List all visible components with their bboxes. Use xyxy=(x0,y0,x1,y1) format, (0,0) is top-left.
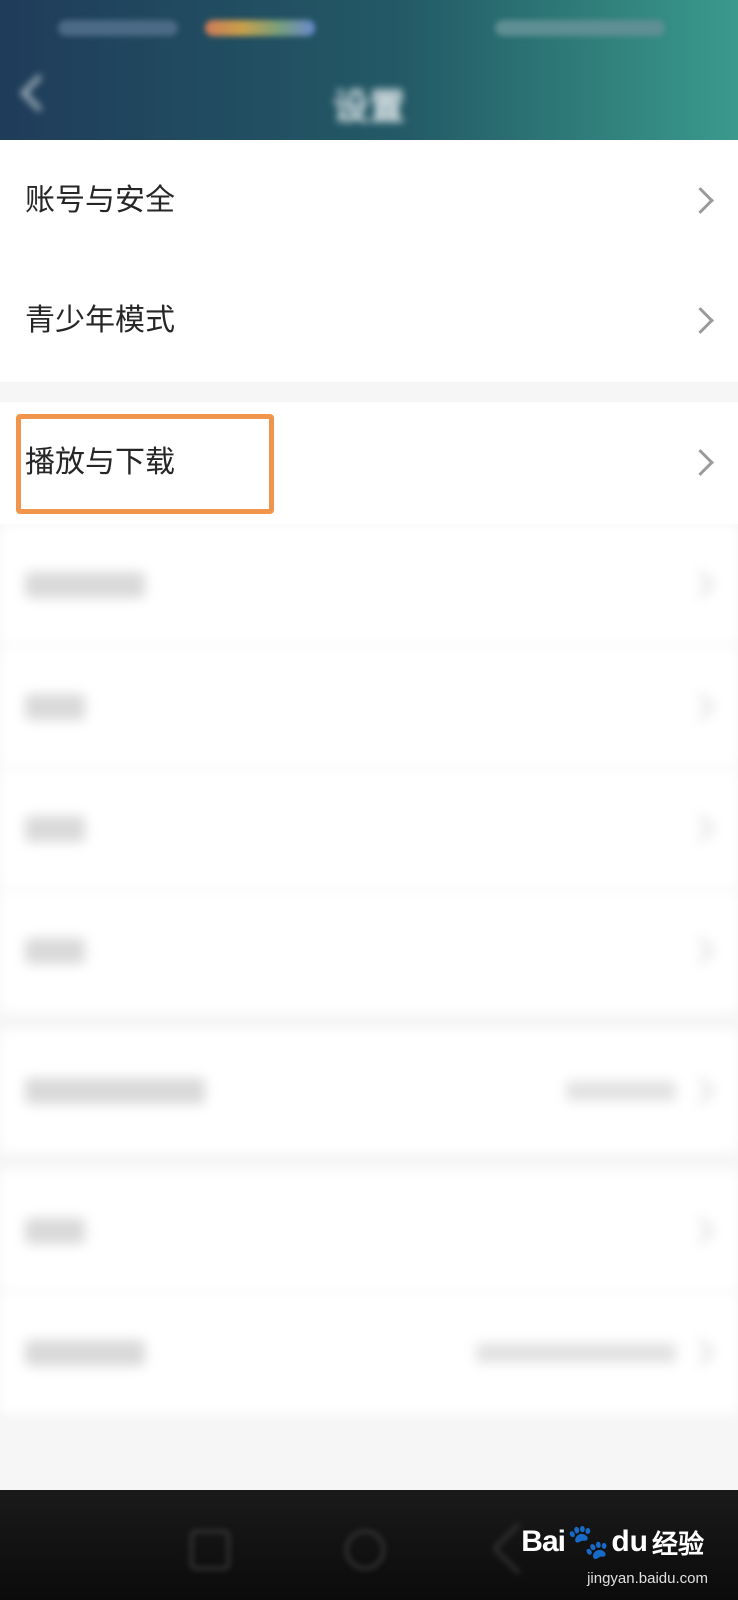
chevron-right-icon xyxy=(687,937,714,964)
highlight-box xyxy=(16,414,274,514)
settings-item-account-security[interactable]: 账号与安全 xyxy=(0,140,738,262)
blurred-label xyxy=(25,572,145,598)
recent-apps-icon[interactable] xyxy=(190,1530,230,1570)
chevron-right-icon xyxy=(687,1077,714,1104)
blurred-label xyxy=(25,816,85,842)
status-bar xyxy=(0,0,738,52)
blurred-settings-item[interactable] xyxy=(0,768,738,890)
blurred-value xyxy=(566,1081,676,1101)
home-icon[interactable] xyxy=(345,1530,385,1570)
page-title: 设置 xyxy=(332,87,405,128)
blurred-value xyxy=(476,1343,676,1363)
chevron-right-icon xyxy=(687,571,714,598)
watermark-brand-bai: Bai xyxy=(521,1525,566,1558)
title-row: 设置 xyxy=(0,60,738,140)
blurred-settings-item[interactable] xyxy=(0,1292,738,1414)
blurred-label xyxy=(25,694,85,720)
blurred-settings-item[interactable] xyxy=(0,890,738,1012)
status-left-blob xyxy=(58,20,178,36)
chevron-right-icon xyxy=(687,1217,714,1244)
blurred-settings-item[interactable] xyxy=(0,1170,738,1292)
chevron-right-icon xyxy=(687,187,714,214)
chevron-right-icon xyxy=(687,1339,714,1366)
watermark-brand-suffix: 经验 xyxy=(651,1529,704,1560)
status-app-icons xyxy=(205,20,315,36)
status-right-blob xyxy=(495,20,665,36)
settings-item-youth-mode[interactable]: 青少年模式 xyxy=(0,260,738,382)
settings-list: 账号与安全 青少年模式 播放与下载 xyxy=(0,140,738,1520)
blurred-label xyxy=(25,1078,205,1104)
blurred-label xyxy=(25,1340,145,1366)
blurred-settings-item[interactable] xyxy=(0,524,738,646)
blurred-label xyxy=(25,1218,85,1244)
settings-item-label: 青少年模式 xyxy=(25,303,175,338)
chevron-right-icon xyxy=(687,307,714,334)
blurred-settings-item[interactable] xyxy=(0,1030,738,1152)
app-header: 设置 xyxy=(0,0,738,140)
settings-item-label: 账号与安全 xyxy=(25,183,175,218)
blurred-settings-item[interactable] xyxy=(0,646,738,768)
chevron-right-icon xyxy=(687,815,714,842)
watermark-brand-du: du xyxy=(611,1525,648,1558)
baidu-jingyan-watermark: Bai 🐾 du 经验 xyxy=(521,1512,704,1572)
blurred-label xyxy=(25,938,85,964)
chevron-right-icon xyxy=(687,449,714,476)
paw-logo-icon: 🐾 xyxy=(566,1522,610,1562)
chevron-right-icon xyxy=(687,693,714,720)
watermark-url: jingyan.baidu.com xyxy=(587,1570,708,1587)
